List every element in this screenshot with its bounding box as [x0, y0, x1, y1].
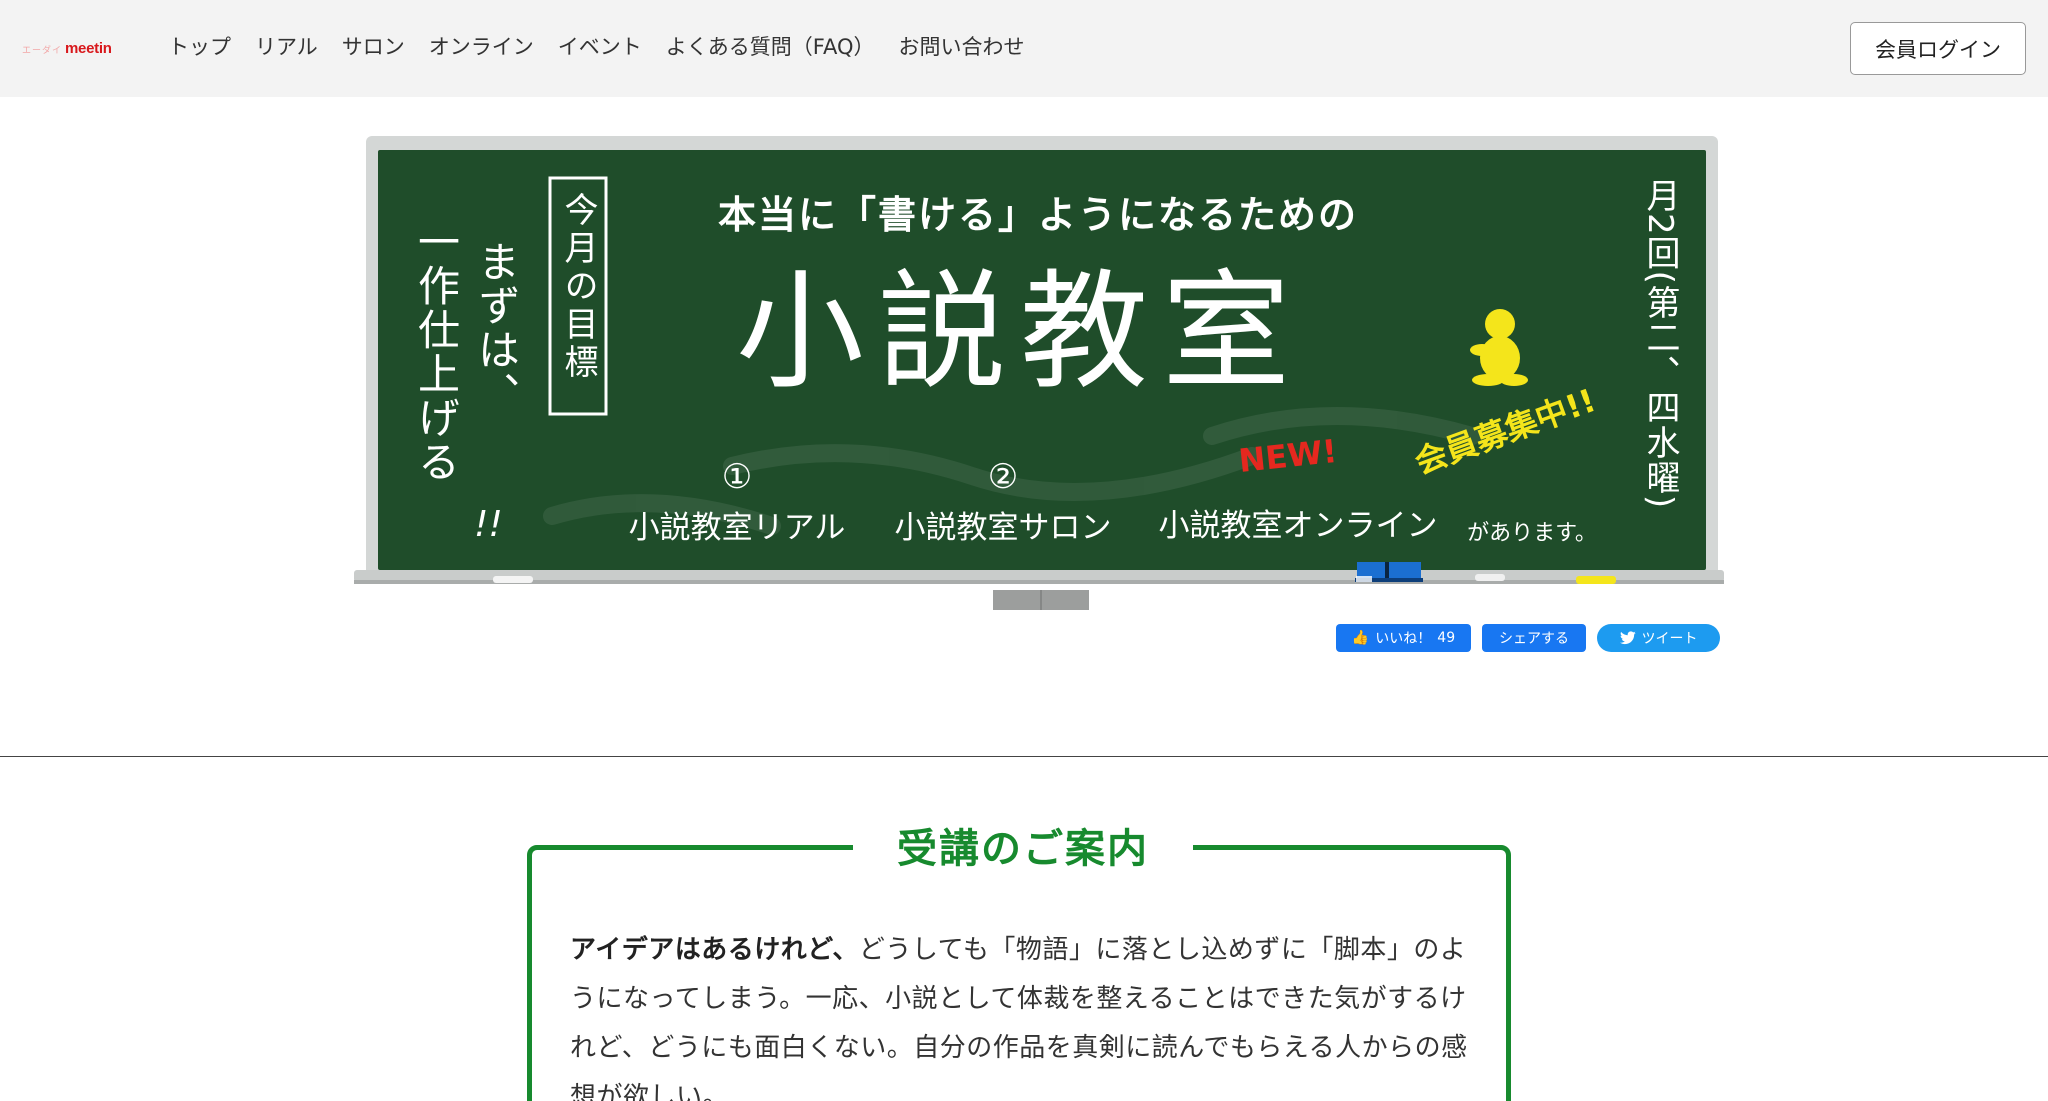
nav-item-salon[interactable]: サロン [342, 32, 405, 62]
logo-wordmark: meetin [65, 40, 112, 57]
nav-item-event[interactable]: イベント [558, 32, 642, 62]
slogan-line-1: まずは、 [472, 240, 521, 416]
course-2-label: 小説教室サロン [895, 510, 1112, 546]
schedule-text: 月2回(第二、四水曜) [1640, 178, 1680, 509]
twitter-bird-icon [1619, 631, 1636, 645]
member-login-button[interactable]: 会員ログイン [1850, 22, 2026, 75]
logo-tagline: エーダイ [22, 46, 63, 56]
hero-banner-chalkboard: まずは、 一作仕上げる !! 今月の目標 本当に「書ける」ようになるための 小説… [354, 136, 1724, 610]
banner-subtitle: 本当に「書ける」ようになるための [718, 193, 1358, 237]
facebook-like-button[interactable]: 👍 いいね！ 49 [1336, 624, 1471, 652]
slogan-exclaim: !! [474, 504, 503, 545]
course-1-number: ① [722, 457, 752, 497]
like-label: いいね！ [1375, 631, 1432, 647]
main-nav: トップ リアル サロン オンライン イベント よくある質問（FAQ） お問い合わ… [168, 32, 1048, 62]
info-lead-bold: アイデアはあるけれど、 [570, 935, 859, 965]
courses-suffix: があります。 [1467, 521, 1597, 546]
section-divider [0, 756, 2048, 757]
slogan-line-2: 一作仕上げる [412, 220, 461, 484]
tweet-label: ツイート [1641, 631, 1698, 647]
nav-item-contact[interactable]: お問い合わせ [898, 32, 1024, 62]
white-chalk [493, 576, 533, 583]
banner-title: 小説教室 [736, 258, 1304, 407]
course-2-number: ② [988, 457, 1018, 497]
tweet-button[interactable]: ツイート [1597, 624, 1720, 652]
info-title-wrap: 受講のご案内 [853, 815, 1193, 875]
goal-label: 今月の目標 [558, 192, 598, 382]
course-3-label: 小説教室オンライン [1159, 508, 1438, 544]
thumbs-up-icon: 👍 [1351, 630, 1370, 646]
nav-item-top[interactable]: トップ [168, 32, 231, 62]
info-body: アイデアはあるけれど、どうしても「物語」に落とし込めずに「脚本」のようになってし… [570, 926, 1486, 1101]
facebook-share-button[interactable]: シェアする [1482, 624, 1586, 652]
nav-item-online[interactable]: オンライン [429, 32, 534, 62]
like-count: 49 [1437, 630, 1456, 646]
nav-item-faq[interactable]: よくある質問（FAQ） [666, 32, 875, 62]
course-1-label: 小説教室リアル [629, 510, 846, 546]
site-logo[interactable]: エーダイ meetin [22, 40, 112, 60]
nav-item-real[interactable]: リアル [255, 32, 318, 62]
yellow-chalk [1576, 576, 1616, 584]
site-header: エーダイ meetin トップ リアル サロン オンライン イベント よくある質… [0, 0, 2048, 97]
info-title: 受講のご案内 [897, 826, 1149, 872]
